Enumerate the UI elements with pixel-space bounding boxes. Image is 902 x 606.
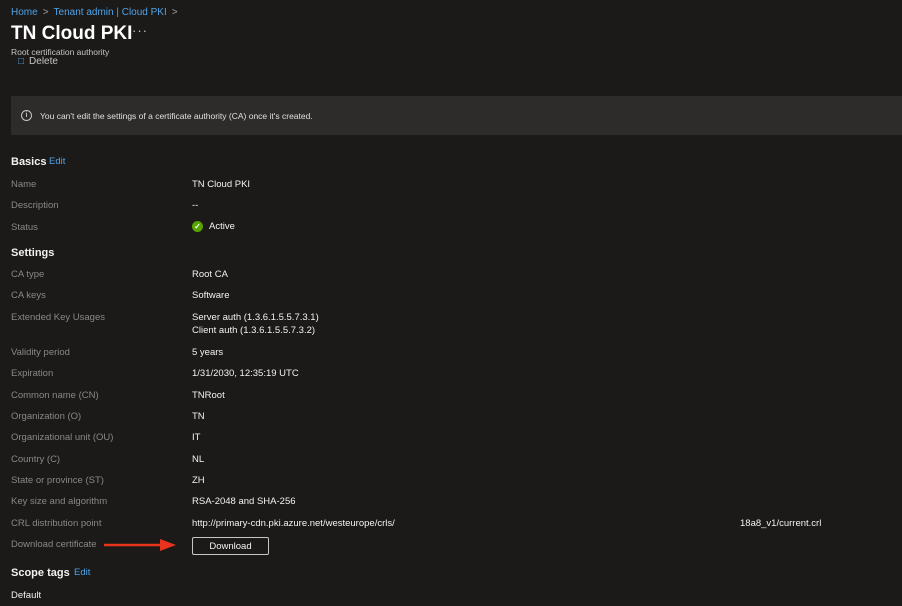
breadcrumb: Home > Tenant admin | Cloud PKI > <box>11 5 178 19</box>
scope-tag-value: Default <box>11 590 42 601</box>
download-label: Download certificate <box>11 539 97 550</box>
ou-value: IT <box>192 432 201 443</box>
expiration-value: 1/31/2030, 12:35:19 UTC <box>192 368 299 379</box>
state-value: ZH <box>192 475 205 486</box>
trash-icon: □ <box>18 56 25 66</box>
validity-value: 5 years <box>192 347 224 358</box>
basics-edit-link[interactable]: Edit <box>49 156 65 167</box>
ou-label: Organizational unit (OU) <box>11 432 114 443</box>
ca-keys-value: Software <box>192 290 230 301</box>
scope-tags-edit-link[interactable]: Edit <box>74 567 90 578</box>
info-circle-icon: i <box>21 110 32 121</box>
red-arrow-right-icon <box>104 539 176 551</box>
crl-value-end: 18a8_v1/current.crl <box>740 518 822 529</box>
ca-keys-label: CA keys <box>11 290 46 301</box>
cn-label: Common name (CN) <box>11 390 99 401</box>
key-label: Key size and algorithm <box>11 496 108 507</box>
scope-tags-heading: Scope tags <box>11 567 70 579</box>
breadcrumb-home[interactable]: Home <box>11 7 38 18</box>
delete-label: Delete <box>29 56 58 66</box>
more-options-button[interactable]: ··· <box>132 23 148 38</box>
delete-button[interactable]: □ Delete <box>18 56 58 66</box>
country-label: Country (C) <box>11 454 61 465</box>
chevron-right-icon: > <box>171 6 178 18</box>
org-value: TN <box>192 411 205 422</box>
eku-label: Extended Key Usages <box>11 312 106 323</box>
eku-value-server: Server auth (1.3.6.1.5.5.7.3.1) <box>192 312 319 323</box>
state-label: State or province (ST) <box>11 475 104 486</box>
validity-label: Validity period <box>11 347 70 358</box>
basics-heading: Basics <box>11 156 47 168</box>
chevron-right-icon: > <box>42 6 49 18</box>
name-value: TN Cloud PKI <box>192 179 251 190</box>
name-label: Name <box>11 179 37 190</box>
info-banner-text: You can't edit the settings of a certifi… <box>40 110 313 121</box>
cn-value: TNRoot <box>192 390 225 401</box>
settings-heading: Settings <box>11 247 55 259</box>
breadcrumb-cloud-pki[interactable]: Tenant admin | Cloud PKI <box>54 7 167 18</box>
download-button[interactable]: Download <box>192 537 269 555</box>
status-text: Active <box>209 221 235 232</box>
expiration-label: Expiration <box>11 368 54 379</box>
ca-type-label: CA type <box>11 269 45 280</box>
page-title: TN Cloud PKI <box>11 23 133 44</box>
description-value: -- <box>192 200 199 211</box>
info-banner: i You can't edit the settings of a certi… <box>11 96 902 135</box>
org-label: Organization (O) <box>11 411 82 422</box>
crl-label: CRL distribution point <box>11 518 102 529</box>
status-value: ✓ Active <box>192 220 235 233</box>
eku-value-client: Client auth (1.3.6.1.5.5.7.3.2) <box>192 325 316 336</box>
description-label: Description <box>11 200 59 211</box>
status-label: Status <box>11 222 38 233</box>
checkmark-circle-icon: ✓ <box>192 221 203 232</box>
country-value: NL <box>192 454 205 465</box>
ca-type-value: Root CA <box>192 269 228 280</box>
crl-value-start: http://primary-cdn.pki.azure.net/westeur… <box>192 518 395 529</box>
key-value: RSA-2048 and SHA-256 <box>192 496 296 507</box>
